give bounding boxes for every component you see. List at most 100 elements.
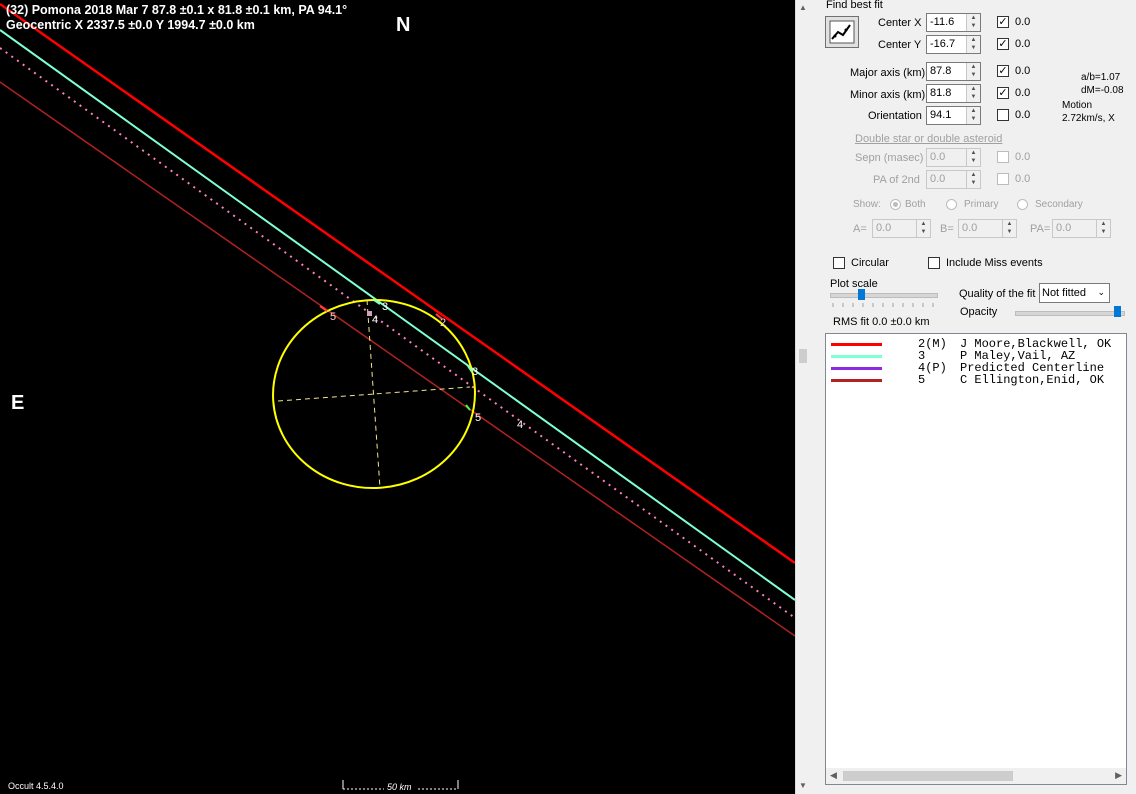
scroll-down-icon[interactable]: ▼	[799, 781, 807, 790]
pa2-fit-value: 0.0	[1015, 173, 1031, 185]
center-x-label: Center X	[878, 17, 922, 29]
plot-scale-label: Plot scale	[830, 278, 878, 290]
pa2-label: PA of 2nd	[873, 174, 920, 186]
chord-label: 5	[475, 412, 482, 424]
orientation-fit-checkbox[interactable]	[997, 109, 1009, 121]
a-value: 0.0	[876, 222, 892, 234]
sepn-input[interactable]: 0.0 ▲ ▼	[926, 148, 981, 167]
show-primary-label: Primary	[964, 199, 999, 210]
fit-control-panel: Find best fit Center X -11.6 ▲ ▼ ✓ 0.0 Ce…	[810, 0, 1136, 794]
chord-label: 5	[330, 311, 337, 323]
delta-mag-label: dM=-0.08	[1081, 85, 1124, 96]
b-label: B=	[940, 223, 954, 235]
plot-scale-slider[interactable]	[830, 293, 938, 298]
include-miss-checkbox[interactable]	[928, 257, 940, 269]
minor-axis-fit-checkbox[interactable]: ✓	[997, 87, 1009, 99]
scroll-left-icon[interactable]: ◀	[830, 770, 837, 781]
sepn-label: Sepn (masec)	[855, 152, 924, 164]
minor-axis-value: 81.8	[930, 87, 952, 99]
include-miss-label: Include Miss events	[946, 257, 1043, 269]
major-axis-label: Major axis (km)	[850, 67, 926, 79]
sepn-value: 0.0	[930, 151, 946, 163]
pa-spinner[interactable]: ▲ ▼	[1096, 220, 1110, 237]
chevron-down-icon: ⌄	[1097, 287, 1105, 297]
sepn-spinner[interactable]: ▲ ▼	[966, 149, 980, 166]
major-axis-fit-value: 0.0	[1015, 65, 1031, 77]
pa2-fit-checkbox[interactable]	[997, 173, 1009, 185]
plot-scale-thumb[interactable]	[858, 289, 865, 300]
orientation-input[interactable]: 94.1 ▲ ▼	[926, 106, 981, 125]
rms-fit-label: RMS fit 0.0 ±0.0 km	[833, 316, 930, 328]
pa-input[interactable]: 0.0 ▲ ▼	[1052, 219, 1111, 238]
center-x-input[interactable]: -11.6 ▲ ▼	[926, 13, 981, 32]
center-x-spinner[interactable]: ▲ ▼	[966, 14, 980, 31]
find-best-fit-button[interactable]	[825, 16, 859, 48]
major-axis-input[interactable]: 87.8 ▲ ▼	[926, 62, 981, 81]
legend-swatch	[831, 379, 882, 382]
chord-label: 3	[472, 366, 479, 378]
opacity-thumb[interactable]	[1114, 306, 1121, 317]
center-x-fit-checkbox[interactable]: ✓	[997, 16, 1009, 28]
pa2-spinner[interactable]: ▲ ▼	[966, 171, 980, 188]
chord-5-line	[0, 81, 795, 637]
sepn-fit-checkbox[interactable]	[997, 151, 1009, 163]
legend-scroll-thumb[interactable]	[843, 771, 1013, 781]
center-y-fit-checkbox[interactable]: ✓	[997, 38, 1009, 50]
orientation-spinner[interactable]: ▲ ▼	[966, 107, 980, 124]
center-y-spinner[interactable]: ▲ ▼	[966, 36, 980, 53]
plot-scale-ticks	[832, 303, 934, 307]
a-label: A=	[853, 223, 867, 235]
legend-code: 5	[918, 373, 926, 387]
motion-value: 2.72km/s, X	[1062, 113, 1115, 124]
occultation-plot[interactable]: (32) Pomona 2018 Mar 7 87.8 ±0.1 x 81.8 …	[0, 0, 795, 794]
a-input[interactable]: 0.0 ▲ ▼	[872, 219, 931, 238]
chart-icon	[829, 20, 855, 44]
scroll-thumb[interactable]	[799, 349, 807, 363]
quality-label: Quality of the fit	[959, 288, 1036, 300]
center-y-input[interactable]: -16.7 ▲ ▼	[926, 35, 981, 54]
chord-label: 4	[372, 314, 379, 326]
show-secondary-radio[interactable]	[1017, 199, 1028, 210]
minor-axis-spinner[interactable]: ▲ ▼	[966, 85, 980, 102]
a-spinner[interactable]: ▲ ▼	[916, 220, 930, 237]
scroll-right-icon[interactable]: ▶	[1115, 770, 1122, 781]
legend-horizontal-scrollbar[interactable]: ◀ ▶	[826, 768, 1126, 784]
splitter-scrollbar[interactable]: ▲ ▼	[795, 0, 810, 794]
plot-canvas	[0, 2, 795, 790]
sepn-fit-value: 0.0	[1015, 151, 1031, 163]
orientation-value: 94.1	[930, 109, 952, 121]
minor-axis-input[interactable]: 81.8 ▲ ▼	[926, 84, 981, 103]
chord-label: 3	[382, 301, 389, 313]
quality-select[interactable]: Not fitted ⌄	[1039, 283, 1110, 303]
show-both-radio[interactable]	[890, 199, 901, 210]
opacity-slider[interactable]	[1015, 311, 1125, 316]
minor-axis-label: Minor axis (km)	[850, 89, 926, 101]
circular-checkbox[interactable]	[833, 257, 845, 269]
pa2-input[interactable]: 0.0 ▲ ▼	[926, 170, 981, 189]
double-star-link[interactable]: Double star or double asteroid	[855, 133, 1002, 145]
pa2-value: 0.0	[930, 173, 946, 185]
center-y-value: -16.7	[930, 38, 956, 50]
center-y-label: Center Y	[878, 39, 922, 51]
major-axis-fit-checkbox[interactable]: ✓	[997, 65, 1009, 77]
b-value: 0.0	[962, 222, 978, 234]
legend-row[interactable]: 5 C Ellington,Enid, OK	[826, 373, 1126, 387]
legend-swatch	[831, 343, 882, 346]
chord-label: 4	[517, 419, 524, 431]
scroll-up-icon[interactable]: ▲	[799, 3, 807, 12]
event-markers	[319, 299, 473, 411]
b-spinner[interactable]: ▲ ▼	[1002, 220, 1016, 237]
chord-legend-list[interactable]: 2(M) J Moore,Blackwell, OK 3 P Maley,Vai…	[825, 333, 1127, 785]
circular-label: Circular	[851, 257, 889, 269]
motion-label: Motion	[1062, 100, 1093, 111]
quality-select-value: Not fitted	[1042, 287, 1087, 299]
center-y-fit-value: 0.0	[1015, 38, 1031, 50]
show-primary-radio[interactable]	[946, 199, 957, 210]
plot-header-title: (32) Pomona 2018 Mar 7 87.8 ±0.1 x 81.8 …	[6, 3, 348, 17]
b-input[interactable]: 0.0 ▲ ▼	[958, 219, 1017, 238]
major-axis-value: 87.8	[930, 65, 952, 77]
show-label: Show:	[853, 199, 881, 210]
legend-swatch	[831, 355, 882, 358]
major-axis-spinner[interactable]: ▲ ▼	[966, 63, 980, 80]
chord-3-line	[0, 29, 795, 601]
